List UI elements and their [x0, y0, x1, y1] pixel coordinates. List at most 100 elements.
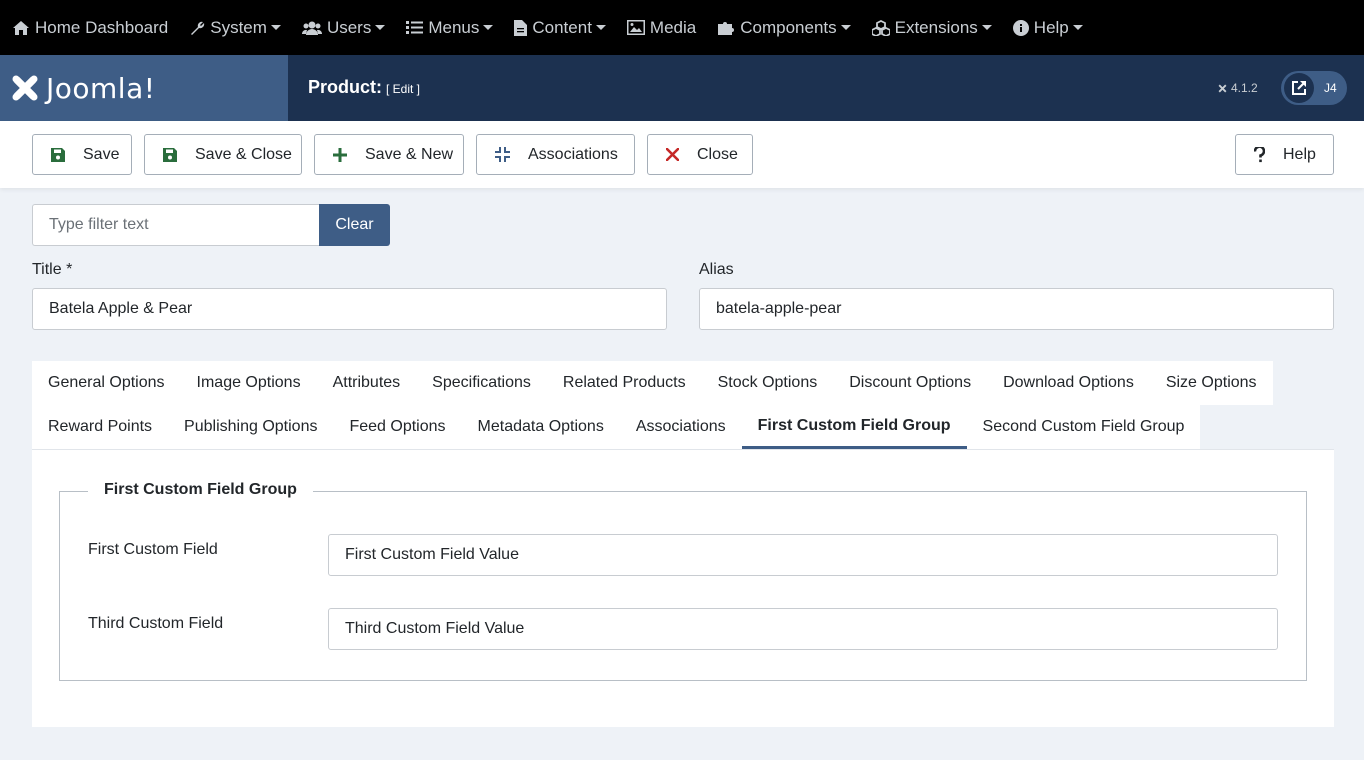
home-icon [13, 20, 29, 35]
tabs-row-2: Reward Points Publishing Options Feed Op… [32, 405, 1201, 449]
third-custom-field[interactable]: Third Custom Field Value [328, 608, 1278, 650]
version-info: 4.1.2 [1217, 81, 1258, 95]
nav-users[interactable]: Users [301, 17, 386, 38]
nav-media[interactable]: Media [626, 17, 697, 38]
caret-down-icon [375, 25, 386, 30]
title-label: Title * [32, 261, 73, 278]
plus-icon [333, 147, 347, 162]
cubes-icon [871, 19, 890, 36]
page-title-text: Product: [308, 77, 382, 97]
title-field[interactable]: Batela Apple & Pear [32, 288, 667, 330]
save-new-button[interactable]: Save & New [314, 134, 464, 175]
tab-metadata-options[interactable]: Metadata Options [462, 405, 620, 449]
users-icon [301, 21, 322, 35]
wrench-icon [191, 21, 205, 35]
filter-input[interactable] [32, 204, 320, 246]
nav-label: Media [649, 17, 697, 37]
puzzle-icon [718, 22, 735, 35]
tab-specifications[interactable]: Specifications [416, 361, 547, 405]
save-icon [51, 147, 65, 162]
nav-label: Help [1033, 17, 1069, 37]
associations-label: Associations [528, 145, 618, 163]
alias-value: batela-apple-pear [716, 300, 842, 317]
tab-publishing-options[interactable]: Publishing Options [168, 405, 333, 449]
title-value: Batela Apple & Pear [49, 300, 193, 317]
help-label: Help [1283, 145, 1316, 163]
version-number: 4.1.2 [1231, 81, 1258, 95]
user-menu-button[interactable]: J4 [1281, 71, 1347, 105]
page-header: Joomla! Product: [ Edit ] 4.1.2 J4 [0, 55, 1364, 121]
tab-related-products[interactable]: Related Products [547, 361, 702, 405]
caret-down-icon [483, 25, 494, 30]
tab-download-options[interactable]: Download Options [987, 361, 1150, 405]
tab-discount-options[interactable]: Discount Options [833, 361, 987, 405]
alias-field[interactable]: batela-apple-pear [699, 288, 1334, 330]
nav-label: Menus [428, 17, 480, 37]
toolbar: Save Save & Close Save & New Association… [0, 121, 1364, 188]
nav-help[interactable]: Help [1012, 17, 1083, 38]
question-icon [1254, 146, 1265, 162]
save-icon [163, 147, 177, 162]
caret-down-icon [1072, 25, 1083, 30]
image-icon [626, 20, 645, 35]
joomla-logo-icon [12, 75, 38, 101]
list-icon [406, 21, 424, 34]
nav-home-dashboard[interactable]: Home Dashboard [12, 18, 168, 38]
nav-extensions[interactable]: Extensions [871, 17, 992, 38]
help-button[interactable]: Help [1235, 134, 1334, 175]
save-new-label: Save & New [365, 145, 454, 163]
tab-image-options[interactable]: Image Options [181, 361, 317, 405]
info-icon [1012, 19, 1029, 36]
save-close-button[interactable]: Save & Close [144, 134, 302, 175]
nav-label: Users [326, 17, 372, 37]
tab-stock-options[interactable]: Stock Options [702, 361, 834, 405]
fieldset-legend: First Custom Field Group [88, 481, 313, 499]
nav-menus[interactable]: Menus [406, 17, 494, 38]
caret-down-icon [270, 25, 281, 30]
first-custom-field-value: First Custom Field Value [345, 546, 519, 563]
caret-down-icon [595, 25, 606, 30]
nav-content[interactable]: Content [514, 18, 606, 38]
associations-button[interactable]: Associations [476, 134, 635, 175]
file-icon [514, 19, 528, 36]
tab-first-custom-field-group[interactable]: First Custom Field Group [741, 405, 967, 449]
third-custom-field-value: Third Custom Field Value [345, 620, 525, 637]
nav-label: Content [532, 17, 592, 37]
nav-label: Extensions [894, 17, 978, 37]
tab-attributes[interactable]: Attributes [317, 361, 417, 405]
external-link-icon [1292, 81, 1306, 95]
nav-label: Home Dashboard [35, 17, 169, 37]
close-label: Close [697, 145, 738, 163]
close-button[interactable]: Close [647, 134, 753, 175]
top-navigation: Home Dashboard System Users Menus Conten… [0, 0, 1364, 55]
tab-general-options[interactable]: General Options [32, 361, 181, 405]
caret-down-icon [981, 25, 992, 30]
nav-system[interactable]: System [189, 18, 281, 38]
alias-label: Alias [699, 261, 734, 278]
page-title: Product: [ Edit ] [308, 77, 420, 98]
tab-reward-points[interactable]: Reward Points [32, 405, 168, 449]
fieldset-first-custom-field-group [59, 491, 1307, 681]
user-badge: J4 [1324, 81, 1337, 95]
page-subtitle: [ Edit ] [386, 82, 421, 96]
external-link-wrap [1284, 73, 1314, 103]
joomla-logo[interactable]: Joomla! [0, 55, 288, 121]
save-button[interactable]: Save [32, 134, 132, 175]
clear-button[interactable]: Clear [319, 204, 390, 246]
tab-second-custom-field-group[interactable]: Second Custom Field Group [967, 405, 1201, 449]
nav-label: Components [740, 17, 837, 37]
third-custom-field-label: Third Custom Field [88, 615, 224, 632]
first-custom-field-label: First Custom Field [88, 541, 218, 558]
caret-down-icon [840, 25, 851, 30]
first-custom-field[interactable]: First Custom Field Value [328, 534, 1278, 576]
save-label: Save [83, 145, 120, 163]
tab-associations[interactable]: Associations [620, 405, 742, 449]
tabs-row-1: General Options Image Options Attributes… [32, 361, 1273, 405]
save-close-label: Save & Close [195, 145, 292, 163]
tab-feed-options[interactable]: Feed Options [333, 405, 461, 449]
nav-label: System [210, 17, 267, 37]
tab-size-options[interactable]: Size Options [1150, 361, 1273, 405]
compress-icon [495, 147, 510, 162]
joomla-small-icon [1218, 84, 1227, 92]
nav-components[interactable]: Components [717, 17, 851, 38]
